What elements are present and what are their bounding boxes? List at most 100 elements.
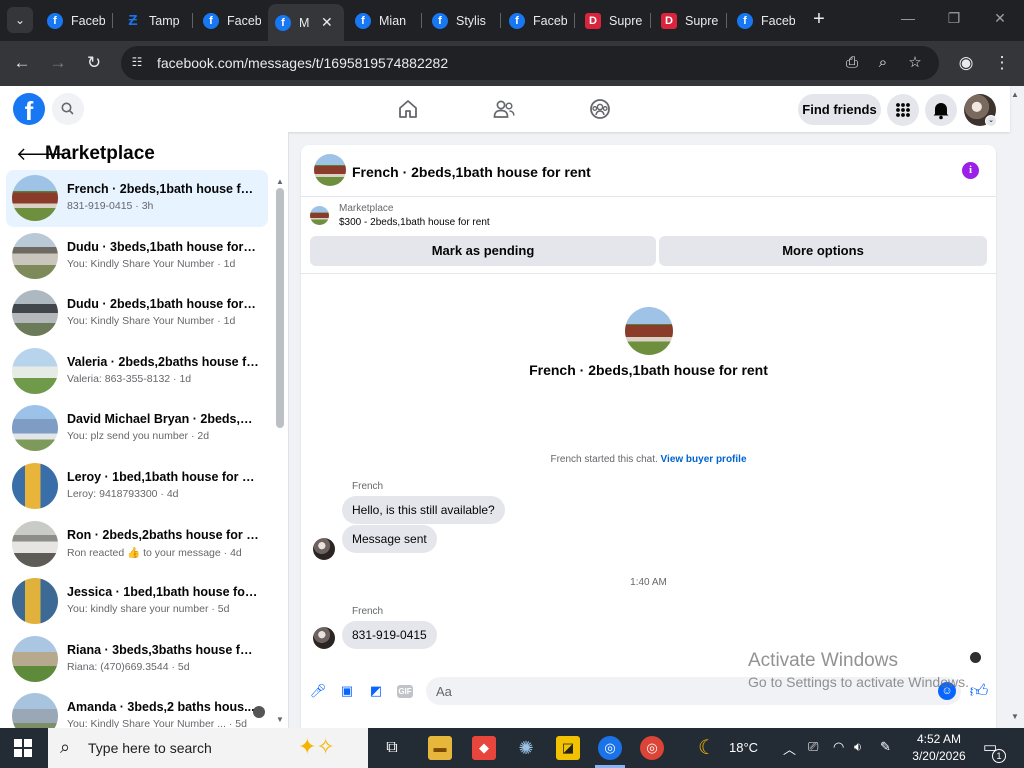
sidebar-scroll-up-arrow-icon[interactable]: ▲ [276, 177, 284, 186]
tab-title: Supre [685, 13, 719, 28]
photo-icon[interactable]: ▣ [338, 682, 356, 700]
back-arrow-icon[interactable]: ← [11, 52, 33, 74]
browser-tab-active[interactable]: f M ✕ [268, 4, 344, 41]
tray-chevron-up-icon[interactable]: ︿ [783, 739, 796, 758]
conversation-thumbnail[interactable] [625, 307, 673, 355]
pen-icon[interactable]: ✎ [880, 739, 891, 755]
conversation-item[interactable]: Amanda · 3beds,2 baths hous... You: Kindl… [6, 688, 268, 728]
message-bubble[interactable]: Hello, is this still available? [342, 496, 505, 524]
microphone-icon[interactable]: 🎤︎ [309, 682, 327, 700]
conversation-item[interactable]: Dudu · 2beds,1bath house for re... You: K… [6, 285, 268, 342]
tab-close-icon[interactable]: ✕ [321, 14, 333, 31]
windows-start-icon[interactable] [14, 739, 32, 757]
home-icon[interactable] [395, 96, 421, 122]
tab-separator [726, 13, 727, 28]
view-buyer-profile-link[interactable]: View buyer profile [661, 454, 747, 465]
window-close-icon[interactable]: ✕ [990, 10, 1010, 30]
taskbar-search-placeholder[interactable]: Type here to search [88, 740, 212, 756]
message-composer[interactable] [426, 677, 961, 705]
minimize-icon[interactable]: — [898, 10, 918, 30]
browser-tab[interactable]: D Supre [578, 6, 648, 35]
conversation-thumbnail [12, 175, 58, 221]
account-chevron-down-icon[interactable]: ⌄ [985, 115, 997, 127]
tab-separator [192, 13, 193, 28]
new-tab-plus-icon[interactable]: + [810, 9, 828, 31]
sender-avatar[interactable] [313, 627, 335, 649]
notifications-bell-icon[interactable] [925, 94, 957, 126]
sender-avatar[interactable] [313, 538, 335, 560]
address-bar[interactable]: ☷ facebook.com/messages/t/16958195748822… [121, 46, 939, 80]
bookmark-star-icon[interactable]: ☆ [906, 54, 924, 72]
conversation-item[interactable]: David Michael Bryan · 2beds,2b... You: pl… [6, 400, 268, 457]
listing-thumbnail[interactable] [314, 154, 346, 186]
conversation-thumbnail [12, 578, 58, 625]
profile-icon[interactable]: ◉ [955, 52, 977, 74]
conversation-item[interactable]: Valeria · 2beds,2baths house for... Valer… [6, 343, 268, 400]
conversation-item[interactable]: Riana · 3beds,3baths house for ... Riana:… [6, 631, 268, 688]
message-input[interactable] [436, 677, 916, 705]
chrome-profile-icon[interactable]: ◎ [640, 736, 664, 760]
conversation-preview: Leroy: 9418793300 · 4d [67, 488, 179, 500]
network-tool-icon[interactable]: ✺ [514, 736, 538, 760]
tab-search-chevron-icon[interactable]: ⌄ [7, 7, 33, 33]
sidebar-scrollbar[interactable] [276, 188, 284, 428]
site-info-icon[interactable]: ☷ [129, 55, 145, 71]
mark-as-pending-button[interactable]: Mark as pending [310, 236, 656, 266]
zoom-icon[interactable]: ⌕ [874, 54, 892, 72]
sticker-icon[interactable]: ◩ [367, 682, 385, 700]
task-view-icon[interactable]: ⧉ [380, 736, 404, 760]
anydesk-icon[interactable]: ◆ [472, 736, 496, 760]
browser-tab[interactable]: f Faceb [730, 6, 800, 35]
meet-now-icon[interactable]: ⎚ [808, 739, 818, 755]
file-explorer-icon[interactable]: ▬ [428, 736, 452, 760]
gif-icon[interactable]: GIF [397, 685, 413, 698]
listing-price-title[interactable]: $300 - 2beds,1bath house for rent [339, 217, 490, 228]
install-app-icon[interactable]: ⎙ [843, 54, 861, 72]
chrome-menu-icon[interactable]: ⋮ [991, 52, 1013, 74]
conversation-item[interactable]: Ron · 2beds,2baths house for rent Ron rea… [6, 516, 268, 573]
page-scroll-down-arrow-icon[interactable]: ▼ [1011, 712, 1019, 721]
sticky-notes-icon[interactable]: ◪ [556, 736, 580, 760]
weather-moon-icon[interactable]: ☾ [698, 735, 716, 760]
forward-arrow-icon[interactable]: → [47, 52, 69, 74]
sidebar-scroll-down-arrow-icon[interactable]: ▼ [276, 715, 284, 724]
facebook-logo-icon[interactable]: f [13, 93, 45, 125]
listing-mini-thumbnail[interactable] [310, 206, 329, 225]
url-text[interactable]: facebook.com/messages/t/1695819574882282 [157, 55, 448, 71]
taskbar-search-box[interactable]: ⌕ Type here to search ✦✧ [48, 728, 368, 768]
browser-tab[interactable]: Ƶ Tamp [118, 6, 190, 35]
restore-icon[interactable]: ❐ [944, 10, 964, 30]
thumbs-up-icon[interactable]: 👍︎ [968, 680, 990, 702]
message-bubble[interactable]: 831-919-0415 [342, 621, 437, 649]
wifi-icon[interactable]: ◠ [833, 739, 844, 755]
browser-tab[interactable]: D Supre [654, 6, 724, 35]
conversation-item[interactable]: Leroy · 1bed,1bath house for rent Leroy: … [6, 458, 268, 515]
volume-icon[interactable]: 🔉︎ [854, 739, 862, 755]
more-options-button[interactable]: More options [659, 236, 987, 266]
browser-tab[interactable]: f Faceb [40, 6, 110, 35]
emoji-icon[interactable]: ☺ [938, 682, 956, 700]
conversation-info-icon[interactable]: i [962, 162, 979, 179]
page-scroll-up-arrow-icon[interactable]: ▲ [1011, 90, 1019, 99]
browser-tab[interactable]: f Faceb [502, 6, 572, 35]
chrome-icon[interactable]: ◎ [598, 736, 622, 760]
conversation-thumbnail [12, 520, 58, 567]
chat-title[interactable]: French · 2beds,1bath house for rent [352, 164, 591, 180]
browser-tab[interactable]: f Stylis [425, 6, 497, 35]
menu-grid-icon[interactable] [887, 94, 919, 126]
taskbar-clock[interactable]: 4:52 AM 3/20/2026 [905, 731, 973, 765]
copilot-sparkle-icon[interactable]: ✦✧ [298, 734, 335, 760]
conversation-item[interactable]: Dudu · 3beds,1bath house for re... You: K… [6, 228, 268, 285]
friends-icon[interactable] [491, 96, 517, 122]
weather-temperature[interactable]: 18°C [729, 740, 758, 755]
conversation-item[interactable]: French · 2beds,1bath house for r... 831-9… [6, 170, 268, 227]
groups-icon[interactable] [587, 96, 613, 122]
browser-tab[interactable]: f Faceb [196, 6, 266, 35]
conversation-item[interactable]: Jessica · 1bed,1bath house for re... You:… [6, 573, 268, 630]
reload-icon[interactable]: ↻ [83, 52, 105, 74]
browser-tab[interactable]: f Mian [348, 6, 418, 35]
message-bubble[interactable]: Message sent [342, 525, 437, 553]
facebook-search-button[interactable] [52, 93, 84, 125]
find-friends-button[interactable]: Find friends [798, 94, 881, 125]
marketplace-label: Marketplace [339, 203, 394, 214]
